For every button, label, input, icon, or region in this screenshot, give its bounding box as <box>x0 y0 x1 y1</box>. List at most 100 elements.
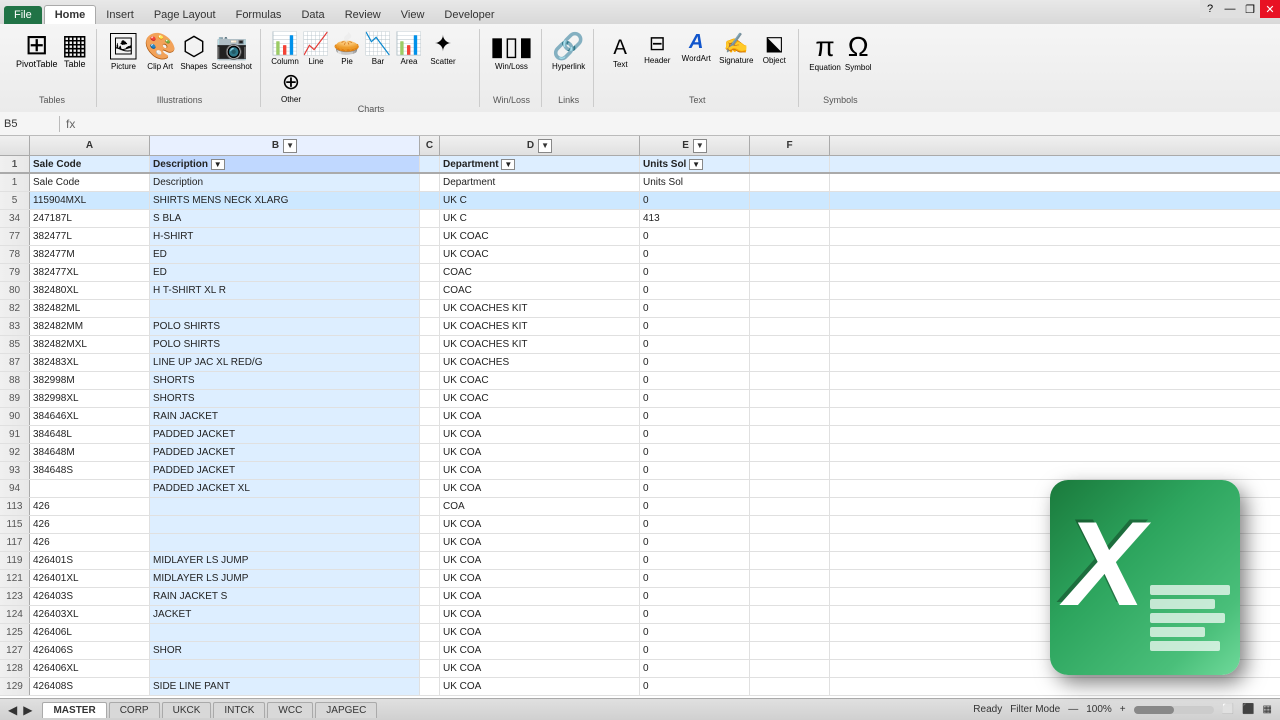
line-chart-button[interactable]: 📈 Line <box>302 31 330 66</box>
cell-123-d[interactable]: UK COA <box>440 588 640 605</box>
tab-view[interactable]: View <box>391 6 435 24</box>
cell-77-e[interactable]: 0 <box>640 228 750 245</box>
cell-5-b[interactable]: SHIRTS MENS NECK XLARG <box>150 192 420 209</box>
next-sheet-button[interactable]: ▶ <box>23 703 32 717</box>
cell-123-e[interactable]: 0 <box>640 588 750 605</box>
close-button[interactable]: ✕ <box>1260 0 1280 18</box>
textbox-button[interactable]: Ａ Text <box>604 31 636 69</box>
page-break-view-button[interactable]: ▦ <box>1263 704 1272 715</box>
cell-93-d[interactable]: UK COA <box>440 462 640 479</box>
cell-128-d[interactable]: UK COA <box>440 660 640 677</box>
cell-83-a[interactable]: 382482MM <box>30 318 150 335</box>
cell-87-a[interactable]: 382483XL <box>30 354 150 371</box>
cell-115-b[interactable] <box>150 516 420 533</box>
cell-1b[interactable]: Description ▼ <box>150 156 420 172</box>
cell-reference[interactable]: B5 <box>0 116 60 132</box>
column-chart-button[interactable]: 📊 Column <box>271 31 299 66</box>
cell-82-d[interactable]: UK COACHES KIT <box>440 300 640 317</box>
sheet-tab-intck[interactable]: INTCK <box>213 702 265 718</box>
cell-92-b[interactable]: PADDED JACKET <box>150 444 420 461</box>
cell-91-e[interactable]: 0 <box>640 426 750 443</box>
normal-view-button[interactable]: ⬜ <box>1222 704 1234 715</box>
cell-89-b[interactable]: SHORTS <box>150 390 420 407</box>
cell-128-a[interactable]: 426406XL <box>30 660 150 677</box>
cell-85-b[interactable]: POLO SHIRTS <box>150 336 420 353</box>
cell-113-d[interactable]: COA <box>440 498 640 515</box>
cell-94-a[interactable] <box>30 480 150 497</box>
cell-80-e[interactable]: 0 <box>640 282 750 299</box>
cell-113-b[interactable] <box>150 498 420 515</box>
cell-87-b[interactable]: LINE UP JAC XL RED/G <box>150 354 420 371</box>
equation-button[interactable]: π Equation <box>809 31 841 72</box>
cell-90-a[interactable]: 384646XL <box>30 408 150 425</box>
cell-127-e[interactable]: 0 <box>640 642 750 659</box>
col-header-b[interactable]: B ▼ <box>150 136 420 155</box>
cell-78-b[interactable]: ED <box>150 246 420 263</box>
cell-5-a[interactable]: 115904MXL <box>30 192 150 209</box>
picture-button[interactable]: 🖼 Picture <box>107 31 140 71</box>
cell-85-d[interactable]: UK COACHES KIT <box>440 336 640 353</box>
cell-123-a[interactable]: 426403S <box>30 588 150 605</box>
col-header-d[interactable]: D ▼ <box>440 136 640 155</box>
object-button[interactable]: ⬕ Object <box>758 31 790 69</box>
cell-78-a[interactable]: 382477M <box>30 246 150 263</box>
cell-92-d[interactable]: UK COA <box>440 444 640 461</box>
tab-file[interactable]: File <box>4 6 42 24</box>
cell-90-b[interactable]: RAIN JACKET <box>150 408 420 425</box>
tab-data[interactable]: Data <box>291 6 334 24</box>
cell-115-a[interactable]: 426 <box>30 516 150 533</box>
prev-sheet-button[interactable]: ◀ <box>8 703 17 717</box>
cell-129-a[interactable]: 426408S <box>30 678 150 695</box>
zoom-slider[interactable] <box>1134 706 1214 714</box>
cell-87-d[interactable]: UK COACHES <box>440 354 640 371</box>
cell-88-b[interactable]: SHORTS <box>150 372 420 389</box>
cell-89-d[interactable]: UK COAC <box>440 390 640 407</box>
cell-123-b[interactable]: RAIN JACKET S <box>150 588 420 605</box>
cell-119-a[interactable]: 426401S <box>30 552 150 569</box>
cell-115-e[interactable]: 0 <box>640 516 750 533</box>
col-d-filter[interactable]: ▼ <box>538 139 552 153</box>
cell-34-e[interactable]: 413 <box>640 210 750 227</box>
symbol-button[interactable]: Ω Symbol <box>845 31 872 72</box>
cell-85-e[interactable]: 0 <box>640 336 750 353</box>
cell-93-a[interactable]: 384648S <box>30 462 150 479</box>
cell-129-d[interactable]: UK COA <box>440 678 640 695</box>
header-footer-button[interactable]: ⊟ Header <box>639 31 675 69</box>
formula-input[interactable] <box>81 122 1280 126</box>
cell-124-d[interactable]: UK COA <box>440 606 640 623</box>
cell-77-a[interactable]: 382477L <box>30 228 150 245</box>
cell-90-e[interactable]: 0 <box>640 408 750 425</box>
cell-5-e[interactable]: 0 <box>640 192 750 209</box>
cell-88-a[interactable]: 382998M <box>30 372 150 389</box>
zoom-out-button[interactable]: — <box>1068 704 1078 715</box>
cell-94-b[interactable]: PADDED JACKET XL <box>150 480 420 497</box>
cell-119-b[interactable]: MIDLAYER LS JUMP <box>150 552 420 569</box>
cell-128-e[interactable]: 0 <box>640 660 750 677</box>
cell-90-d[interactable]: UK COA <box>440 408 640 425</box>
screenshot-button[interactable]: 📷 Screenshot <box>212 31 252 71</box>
cell-119-e[interactable]: 0 <box>640 552 750 569</box>
cell-121-d[interactable]: UK COA <box>440 570 640 587</box>
cell-124-b[interactable]: JACKET <box>150 606 420 623</box>
cell-92-e[interactable]: 0 <box>640 444 750 461</box>
pivot-table-button[interactable]: ⊞ PivotTable <box>16 31 58 69</box>
sheet-tab-ukck[interactable]: UKCK <box>162 702 212 718</box>
cell-82-b[interactable] <box>150 300 420 317</box>
cell-79-e[interactable]: 0 <box>640 264 750 281</box>
sheet-tab-japgec[interactable]: JAPGEC <box>315 702 377 718</box>
cell-124-e[interactable]: 0 <box>640 606 750 623</box>
col-b-filter[interactable]: ▼ <box>283 139 297 153</box>
cell-79-d[interactable]: COAC <box>440 264 640 281</box>
cell-80-a[interactable]: 382480XL <box>30 282 150 299</box>
cell-1-b[interactable]: Description <box>150 174 420 191</box>
cell-91-b[interactable]: PADDED JACKET <box>150 426 420 443</box>
tab-insert[interactable]: Insert <box>96 6 144 24</box>
scatter-chart-button[interactable]: ✦ Scatter <box>426 31 460 66</box>
col-header-a[interactable]: A <box>30 136 150 155</box>
cell-121-e[interactable]: 0 <box>640 570 750 587</box>
tab-page-layout[interactable]: Page Layout <box>144 6 226 24</box>
cell-83-d[interactable]: UK COACHES KIT <box>440 318 640 335</box>
cell-125-a[interactable]: 426406L <box>30 624 150 641</box>
cell-1d[interactable]: Department ▼ <box>440 156 640 172</box>
cell-77-b[interactable]: H-SHIRT <box>150 228 420 245</box>
